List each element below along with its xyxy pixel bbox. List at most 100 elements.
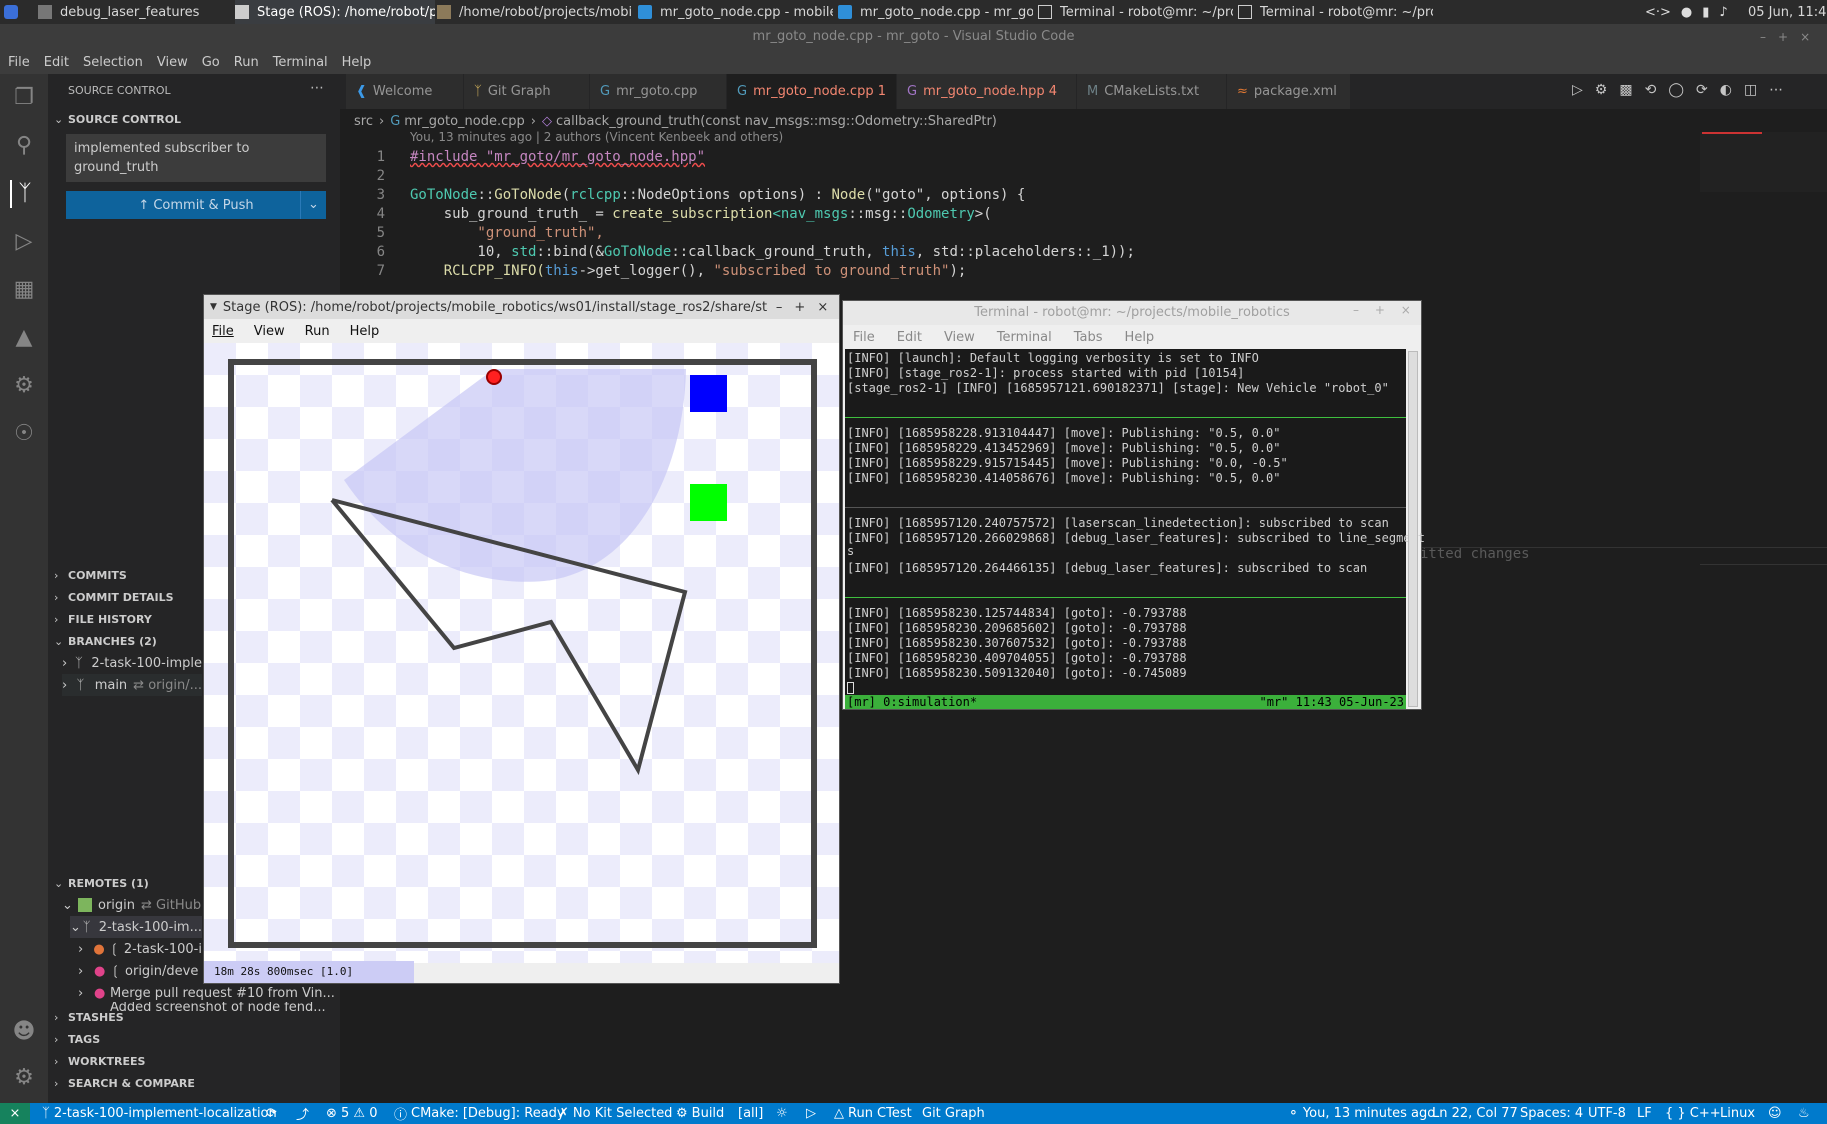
compare-icon[interactable]: ◯ (1668, 82, 1684, 102)
gear-icon[interactable]: ⚙ (1595, 82, 1608, 102)
stage-titlebar[interactable]: ▼ Stage (ROS): /home/robot/projects/mobi… (204, 295, 839, 319)
branch-item[interactable]: › ᛉ main ⇄ origin/... (62, 674, 202, 696)
indentation[interactable]: Spaces: 4 (1520, 1103, 1583, 1124)
stage-canvas[interactable] (204, 343, 839, 963)
breadcrumb-symbol[interactable]: callback_ground_truth(const nav_msgs::ms… (556, 114, 997, 129)
app-menu-icon[interactable] (4, 0, 24, 24)
terminal-titlebar[interactable]: Terminal - robot@mr: ~/projects/mobile_r… (843, 301, 1421, 325)
minimize-icon[interactable]: – (1353, 303, 1359, 317)
search-icon[interactable]: ⚲ (10, 132, 38, 160)
menu-file[interactable]: File (853, 330, 875, 345)
explorer-icon[interactable]: ❐ (10, 84, 38, 112)
platform[interactable]: Linux (1720, 1103, 1755, 1124)
close-icon[interactable]: × (1800, 30, 1810, 44)
remote-icon[interactable]: ⨯ (0, 1103, 30, 1124)
git-graph-button[interactable]: Git Graph (922, 1103, 985, 1124)
cmake-icon[interactable]: ▲ (10, 324, 38, 352)
menu-edit[interactable]: Edit (897, 330, 922, 345)
code-line[interactable]: #include "mr_goto/mr_goto_node.hpp" (410, 149, 705, 165)
manage-gear-icon[interactable]: ⚙ (10, 1064, 38, 1092)
build-target[interactable]: [all] (738, 1103, 763, 1124)
encoding[interactable]: UTF-8 (1588, 1103, 1626, 1124)
section-source-control[interactable]: ⌄ SOURCE CONTROL (48, 108, 340, 130)
more-actions-icon[interactable]: ⋯ (1769, 82, 1783, 102)
maximize-icon[interactable]: + (794, 300, 805, 315)
code-line[interactable]: RCLCPP_INFO(this->get_logger(), "subscri… (410, 263, 967, 279)
menu-view[interactable]: View (157, 55, 188, 70)
cmake-kit[interactable]: ✗ No Kit Selected (558, 1103, 672, 1124)
codelens-blame[interactable]: You, 13 minutes ago | 2 authors (Vincent… (410, 130, 783, 144)
language-mode[interactable]: { } C++ (1665, 1103, 1721, 1124)
taskbar-item[interactable]: Stage (ROS): /home/robot/pr... (235, 0, 435, 24)
code-line[interactable]: sub_ground_truth_ = create_subscription<… (410, 206, 992, 222)
commit-item[interactable]: › ● Merge pull request #10 from Vin... (78, 982, 340, 1004)
menu-help[interactable]: Help (342, 55, 372, 70)
build-icon[interactable]: ▩ (1619, 82, 1632, 102)
breadcrumb-folder[interactable]: src (354, 114, 373, 129)
source-control-icon[interactable]: ᛉ (10, 180, 38, 208)
menu-help[interactable]: Help (1125, 330, 1155, 345)
commit-push-button[interactable]: ↑ Commit & Push ⌄ (66, 191, 326, 219)
feedback-icon[interactable]: ☺ (1768, 1103, 1782, 1124)
problems-status[interactable]: ⊗ 5 ⚠ 0 (326, 1103, 378, 1124)
bell-icon[interactable]: ● (1681, 5, 1692, 20)
more-actions-icon[interactable]: ⋯ (310, 80, 324, 96)
sync-icon[interactable]: ⟳ (266, 1103, 277, 1124)
commit-item[interactable]: › ● ❲ origin/deve (78, 960, 202, 982)
section-tags[interactable]: › TAGS (48, 1028, 340, 1050)
run-icon[interactable]: ▷ (1572, 82, 1583, 102)
taskbar-item[interactable]: debug_laser_features (38, 0, 228, 24)
taskbar-item[interactable]: Terminal - robot@mr: ~/proj... (1038, 0, 1233, 24)
chevron-down-icon[interactable]: ⌄ (300, 191, 326, 219)
tab-git-graph[interactable]: ᛉ Git Graph (464, 74, 590, 109)
menu-run[interactable]: Run (234, 55, 259, 70)
minimap[interactable] (1700, 132, 1827, 192)
breadcrumb-file[interactable]: mr_goto_node.cpp (404, 114, 525, 129)
commit-item[interactable]: › ● ❲ 2-task-100-i (78, 938, 202, 960)
run-debug-icon[interactable]: ▷ (10, 228, 38, 256)
menu-go[interactable]: Go (202, 55, 220, 70)
window-menu-icon[interactable]: ▼ (210, 302, 217, 312)
minimize-icon[interactable]: – (776, 300, 783, 315)
testing-icon[interactable]: ⚙ (10, 372, 38, 400)
notifications-icon[interactable]: ♨ (1798, 1103, 1810, 1124)
tab-mr-goto-cpp[interactable]: Gmr_goto.cpp (590, 74, 727, 109)
menu-file[interactable]: File (8, 55, 30, 70)
tab-package-xml[interactable]: ≈ package.xml (1227, 74, 1351, 109)
history-icon[interactable]: ⟲ (1645, 82, 1657, 102)
blame-status[interactable]: ⚬ You, 13 minutes ago (1288, 1103, 1435, 1124)
timeline-icon[interactable]: ◐ (1720, 82, 1732, 102)
menu-edit[interactable]: Edit (44, 55, 69, 70)
cmake-status[interactable]: ⓘ CMake: [Debug]: Ready (394, 1103, 565, 1124)
menu-file[interactable]: File (212, 324, 234, 339)
menu-view[interactable]: View (944, 330, 975, 345)
menu-view[interactable]: View (254, 324, 285, 339)
clock[interactable]: 05 Jun, 11:43 (1748, 0, 1827, 24)
network-icon[interactable]: <·> (1645, 5, 1671, 20)
tab-mr-goto-node-cpp[interactable]: Gmr_goto_node.cpp 1× (727, 74, 907, 109)
tab-welcome[interactable]: ❰ Welcome (346, 74, 464, 109)
terminal-scrollbar[interactable] (1408, 351, 1418, 707)
menu-tabs[interactable]: Tabs (1074, 330, 1103, 345)
account-icon[interactable]: ☻ (10, 1018, 38, 1046)
maximize-icon[interactable]: + (1375, 303, 1385, 317)
menu-selection[interactable]: Selection (83, 55, 143, 70)
tab-mr-goto-node-hpp[interactable]: Gmr_goto_node.hpp 4 (897, 74, 1077, 109)
tab-cmakelists[interactable]: M CMakeLists.txt (1077, 74, 1227, 109)
robot[interactable] (486, 369, 502, 385)
forward-icon[interactable]: ⟳ (1696, 82, 1708, 102)
taskbar-item[interactable]: /home/robot/projects/mobil... (437, 0, 632, 24)
close-icon[interactable]: × (1401, 303, 1411, 317)
volume-icon[interactable]: ♪ (1719, 5, 1727, 20)
code-line[interactable]: 10, std::bind(&GoToNode::callback_ground… (410, 244, 1135, 260)
menu-run[interactable]: Run (305, 324, 330, 339)
build-button[interactable]: ⚙ Build (676, 1103, 724, 1124)
publish-icon[interactable]: ⤴ (296, 1103, 309, 1124)
minimize-icon[interactable]: – (1760, 30, 1766, 44)
debug-icon[interactable]: ☼ (776, 1103, 788, 1124)
split-editor-icon[interactable]: ◫ (1744, 82, 1757, 102)
section-search-compare[interactable]: › SEARCH & COMPARE (48, 1072, 340, 1094)
terminal-output[interactable]: [INFO] [launch]: Default logging verbosi… (845, 349, 1425, 709)
launch-icon[interactable]: ▷ (806, 1103, 816, 1124)
taskbar-item[interactable]: mr_goto_node.cpp - mobile_... (638, 0, 833, 24)
